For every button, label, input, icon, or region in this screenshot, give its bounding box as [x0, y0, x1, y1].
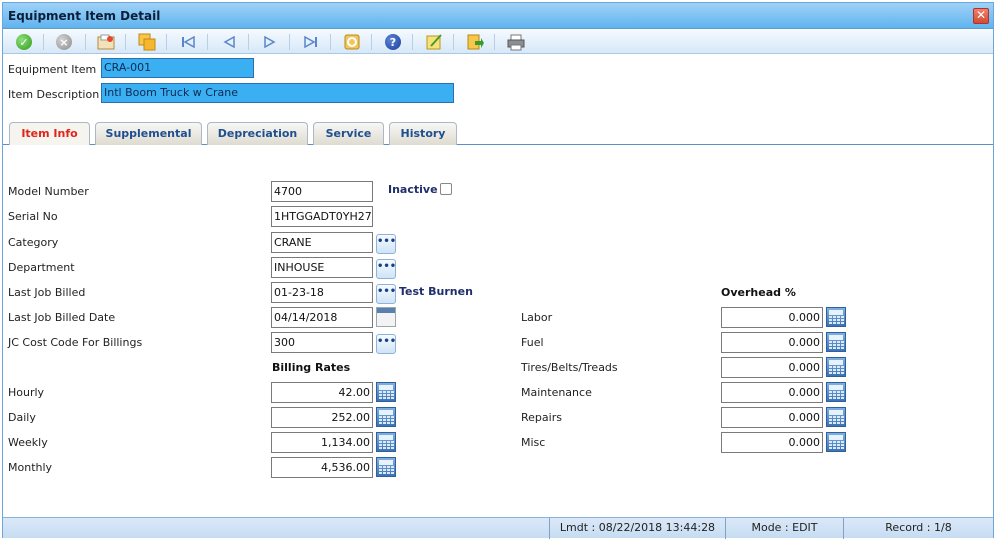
last-job-lookup-button[interactable]: •••	[376, 284, 396, 304]
department-lookup-button[interactable]: •••	[376, 259, 396, 279]
print-icon[interactable]	[507, 33, 525, 51]
last-job-billed-date-label: Last Job Billed Date	[8, 311, 116, 324]
calculator-icon[interactable]	[826, 332, 846, 352]
export-icon[interactable]	[466, 33, 484, 51]
cancel-icon[interactable]: ×	[55, 33, 73, 51]
last-job-billed-label: Last Job Billed	[8, 286, 86, 299]
category-lookup-button[interactable]: •••	[376, 234, 396, 254]
model-number-field[interactable]: 4700	[271, 181, 373, 202]
tires-label: Tires/Belts/Treads	[521, 361, 618, 374]
inactive-checkbox[interactable]	[440, 183, 452, 195]
calculator-icon[interactable]	[826, 432, 846, 452]
fuel-label: Fuel	[521, 336, 544, 349]
calculator-icon[interactable]	[376, 457, 396, 477]
last-record-icon[interactable]	[302, 33, 320, 51]
repairs-overhead-field[interactable]: 0.000	[721, 407, 823, 428]
misc-label: Misc	[521, 436, 546, 449]
jc-cost-code-lookup-button[interactable]: •••	[376, 334, 396, 354]
labor-overhead-field[interactable]: 0.000	[721, 307, 823, 328]
first-record-icon[interactable]	[179, 33, 197, 51]
copy-icon[interactable]	[138, 33, 156, 51]
save-icon[interactable]: ✓	[15, 33, 33, 51]
next-record-icon[interactable]	[261, 33, 279, 51]
daily-label: Daily	[8, 411, 36, 424]
serial-no-field[interactable]: 1HTGGADT0YH270	[271, 206, 373, 227]
hourly-label: Hourly	[8, 386, 45, 399]
fuel-overhead-field[interactable]: 0.000	[721, 332, 823, 353]
calculator-icon[interactable]	[826, 382, 846, 402]
record-status: Record : 1/8	[843, 518, 993, 539]
tab-history[interactable]: History	[389, 122, 457, 145]
repairs-label: Repairs	[521, 411, 562, 424]
calculator-icon[interactable]	[826, 357, 846, 377]
jc-cost-code-label: JC Cost Code For Billings	[8, 336, 143, 349]
tab-strip: Item Info Supplemental Depreciation Serv…	[3, 118, 993, 145]
maintenance-overhead-field[interactable]: 0.000	[721, 382, 823, 403]
equipment-item-field[interactable]: CRA-001	[101, 58, 254, 78]
refresh-icon[interactable]	[343, 33, 361, 51]
title-bar: Equipment Item Detail ✕	[3, 3, 993, 29]
serial-no-label: Serial No	[8, 210, 58, 223]
weekly-rate-field[interactable]: 1,134.00	[271, 432, 373, 453]
department-field[interactable]: INHOUSE	[271, 257, 373, 278]
billing-rates-title: Billing Rates	[272, 361, 351, 374]
inactive-label: Inactive	[388, 183, 438, 196]
help-icon[interactable]: ?	[384, 33, 402, 51]
overhead-title: Overhead %	[721, 286, 796, 299]
toolbar: ✓ × ?	[3, 30, 993, 54]
department-label: Department	[8, 261, 75, 274]
close-icon[interactable]: ✕	[973, 8, 989, 24]
calculator-icon[interactable]	[376, 382, 396, 402]
equipment-item-detail-window: Equipment Item Detail ✕ ✓ × ? Equipment …	[2, 2, 994, 539]
calendar-icon[interactable]	[376, 307, 396, 327]
daily-rate-field[interactable]: 252.00	[271, 407, 373, 428]
tab-service[interactable]: Service	[313, 122, 384, 145]
model-number-label: Model Number	[8, 185, 89, 198]
misc-overhead-field[interactable]: 0.000	[721, 432, 823, 453]
calculator-icon[interactable]	[376, 407, 396, 427]
hourly-rate-field[interactable]: 42.00	[271, 382, 373, 403]
tab-depreciation[interactable]: Depreciation	[207, 122, 308, 145]
weekly-label: Weekly	[8, 436, 48, 449]
item-description-label: Item Description	[8, 88, 100, 101]
category-field[interactable]: CRANE	[271, 232, 373, 253]
labor-label: Labor	[521, 311, 553, 324]
calculator-icon[interactable]	[376, 432, 396, 452]
last-job-billed-field[interactable]: 01-23-18	[271, 282, 373, 303]
notes-icon[interactable]	[425, 33, 443, 51]
window-title: Equipment Item Detail	[8, 9, 161, 23]
jc-cost-code-field[interactable]: 300	[271, 332, 373, 353]
equipment-item-label: Equipment Item	[8, 63, 97, 76]
monthly-label: Monthly	[8, 461, 53, 474]
tab-supplemental[interactable]: Supplemental	[95, 122, 202, 145]
monthly-rate-field[interactable]: 4,536.00	[271, 457, 373, 478]
calculator-icon[interactable]	[826, 307, 846, 327]
tires-overhead-field[interactable]: 0.000	[721, 357, 823, 378]
category-label: Category	[8, 236, 59, 249]
last-job-billed-date-field[interactable]: 04/14/2018	[271, 307, 373, 328]
previous-record-icon[interactable]	[220, 33, 238, 51]
last-modified-status: Lmdt : 08/22/2018 13:44:28	[549, 518, 725, 539]
tab-item-info[interactable]: Item Info	[9, 122, 90, 145]
mode-status: Mode : EDIT	[725, 518, 843, 539]
item-description-field[interactable]: Intl Boom Truck w Crane	[101, 83, 454, 103]
last-job-billed-name: Test Burnen	[399, 285, 473, 298]
status-bar: Lmdt : 08/22/2018 13:44:28 Mode : EDIT R…	[3, 517, 993, 539]
calculator-icon[interactable]	[826, 407, 846, 427]
maintenance-label: Maintenance	[521, 386, 592, 399]
new-record-icon[interactable]	[97, 33, 115, 51]
